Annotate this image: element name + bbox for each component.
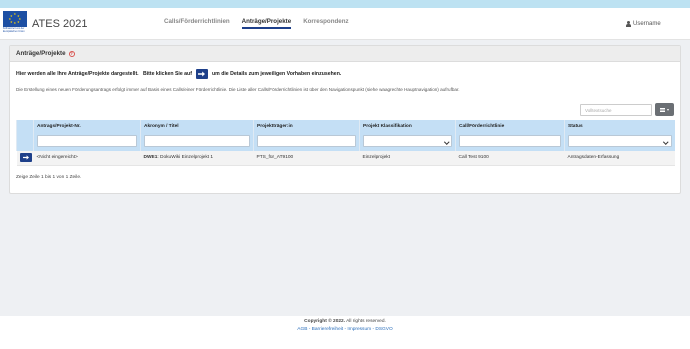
column-toggle-button[interactable]: [655, 103, 674, 116]
app-title: ATES 2021: [32, 18, 88, 30]
filter-cell-klassifikation: [359, 132, 456, 151]
header-status[interactable]: Status: [564, 120, 675, 132]
table-row: <Nicht eingereicht> DWE1: DokuWiki Einze…: [16, 151, 675, 165]
header-klassifikation[interactable]: Projekt Klassifikation: [359, 120, 456, 132]
top-strip: [0, 0, 690, 8]
cell-nr: <Nicht eingereicht>: [36, 155, 78, 161]
filter-acronym-input[interactable]: [144, 134, 250, 147]
logo-caption: Kofinanziert von der Europäischen Union: [3, 27, 25, 33]
fulltext-search-input[interactable]: [580, 104, 652, 116]
app-header: ★ ★ ★ ★ ★ ★ ★ ★ Kofinanziert von der Eur…: [0, 8, 690, 40]
filter-cell-traeger: [253, 132, 360, 151]
nav-korrespondenz[interactable]: Korrespondenz: [303, 18, 348, 29]
user-menu[interactable]: Username: [626, 21, 661, 27]
header-call[interactable]: Call/Förderrichtlinie: [455, 120, 565, 132]
nav-antraege[interactable]: Anträge/Projekte: [241, 18, 292, 29]
filter-status-select[interactable]: [568, 134, 672, 147]
projects-panel: Anträge/Projekte ? Hier werden alle Ihre…: [9, 45, 681, 194]
panel-header: Anträge/Projekte ?: [10, 46, 680, 62]
table-header-row: Antrags/Projekt-Nr. Akronym / Titel Proj…: [16, 120, 675, 132]
table-summary: Zeige Zeile 1 bis 1 von 1 Zeile.: [16, 175, 82, 180]
copyright: Copyright © 2022. All rights reserved.: [0, 319, 690, 324]
filter-cell-status: [564, 132, 675, 151]
arrow-right-icon: [22, 155, 29, 160]
cell-title: : DokuWiki Einzelprojekt 1: [157, 155, 214, 161]
filter-cell-call: [455, 132, 565, 151]
header-nr[interactable]: Antrags/Projekt-Nr.: [33, 120, 141, 132]
footer-links[interactable]: AGB - Barrierefreiheit - Impressum - DSG…: [0, 327, 690, 332]
filter-call-input[interactable]: [459, 134, 561, 147]
open-project-button[interactable]: [19, 153, 32, 163]
intro-after: um die Details zum jeweiligen Vorhaben e…: [211, 71, 342, 77]
projects-table: Antrags/Projekt-Nr. Akronym / Titel Proj…: [16, 120, 675, 166]
info-text: Die Erstellung eines neuen Förderungsant…: [16, 87, 460, 92]
cell-acronym: DWE1: [143, 155, 158, 161]
nav-calls[interactable]: Calls/Förderrichtlinien: [164, 18, 230, 29]
copyright-rest: All rights reserved.: [345, 319, 386, 324]
projects-table-wrapper: Antrags/Projekt-Nr. Akronym / Titel Proj…: [16, 120, 675, 166]
filter-row: [16, 132, 675, 151]
filter-traeger-input[interactable]: [257, 134, 356, 147]
cell-traeger: PTS_für_AT9100: [256, 155, 294, 161]
eu-flag-icon: ★ ★ ★ ★ ★ ★ ★ ★: [3, 11, 27, 27]
list-icon: [660, 107, 665, 112]
help-icon[interactable]: ?: [68, 50, 75, 57]
cell-acronym-title: DWE1: DokuWiki Einzelprojekt 1: [141, 151, 254, 165]
filter-nr-input[interactable]: [37, 134, 137, 147]
filter-cell-acronym: [140, 132, 254, 151]
main-nav: Calls/Förderrichtlinien Anträge/Projekte…: [164, 18, 349, 29]
filter-empty: [16, 132, 34, 151]
user-icon: [626, 21, 631, 27]
cell-status: Antragsdaten-Erfassung: [567, 155, 620, 161]
header-traeger[interactable]: Projektträger:in: [253, 120, 360, 132]
footer: Copyright © 2022. All rights reserved. A…: [0, 316, 690, 349]
intro-before: Hier werden alle Ihre Anträge/Projekte d…: [16, 71, 192, 77]
intro-text: Hier werden alle Ihre Anträge/Projekte d…: [16, 69, 341, 79]
panel-title: Anträge/Projekte: [16, 50, 66, 57]
filter-cell-nr: [33, 132, 141, 151]
copyright-bold: Copyright © 2022.: [304, 319, 346, 324]
arrow-right-icon: [195, 69, 208, 79]
cell-call: Call Test 9100: [458, 155, 489, 161]
row-action-cell: [17, 151, 34, 165]
eu-logo[interactable]: ★ ★ ★ ★ ★ ★ ★ ★ Kofinanziert von der Eur…: [3, 11, 29, 38]
filter-klassifikation-select[interactable]: [363, 134, 452, 147]
caret-down-icon: [667, 108, 669, 111]
username: Username: [633, 21, 661, 27]
header-acronym[interactable]: Akronym / Titel: [140, 120, 254, 132]
header-action: [16, 120, 34, 132]
cell-klassifikation: Einzelprojekt: [362, 155, 390, 161]
